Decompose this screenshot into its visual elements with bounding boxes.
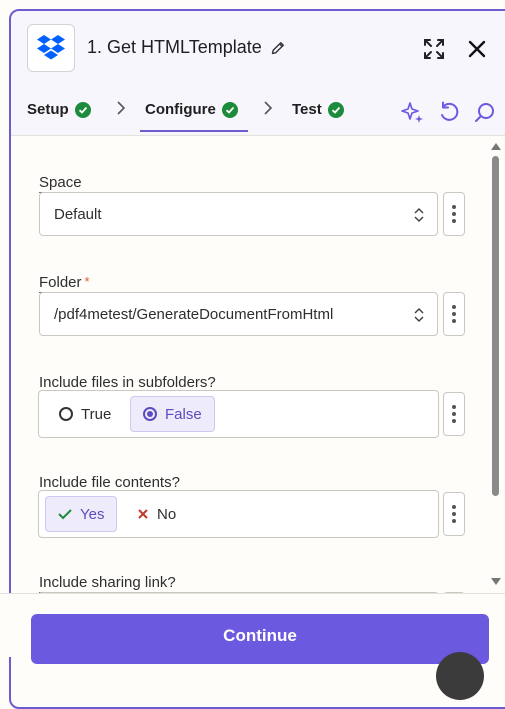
folder-value: /pdf4metest/GenerateDocumentFromHtml bbox=[54, 305, 334, 323]
chevron-right-icon bbox=[116, 101, 126, 120]
check-icon bbox=[327, 101, 344, 118]
folder-label: Folder * bbox=[39, 274, 90, 293]
scroll-down-arrow[interactable] bbox=[491, 578, 501, 586]
ai-assist-button[interactable] bbox=[400, 100, 424, 124]
editor-header: 1. Get HTMLTemplate bbox=[11, 11, 505, 91]
active-tab-indicator bbox=[140, 130, 248, 132]
toggle-option-yes[interactable]: Yes bbox=[45, 496, 118, 532]
tab-test[interactable]: Test bbox=[292, 101, 344, 118]
folder-select[interactable]: /pdf4metest/GenerateDocumentFromHtml bbox=[39, 292, 438, 336]
scrollbar[interactable] bbox=[486, 136, 505, 591]
dropbox-logo bbox=[37, 35, 65, 60]
close-icon bbox=[468, 40, 486, 58]
include-subfolders-radio-group: True False bbox=[38, 390, 439, 438]
pencil-icon[interactable] bbox=[270, 40, 286, 56]
step-title: 1. Get HTMLTemplate bbox=[87, 37, 262, 57]
required-indicator: * bbox=[84, 274, 90, 289]
radio-option-false[interactable]: False bbox=[130, 396, 215, 432]
tab-setup[interactable]: Setup bbox=[27, 101, 91, 118]
folder-options-button[interactable] bbox=[443, 292, 465, 336]
space-label: Space bbox=[39, 174, 82, 193]
sparkle-icon bbox=[401, 102, 423, 123]
check-icon bbox=[58, 509, 72, 520]
up-down-icon bbox=[414, 307, 424, 323]
radio-button-icon bbox=[59, 407, 73, 421]
space-options-button[interactable] bbox=[443, 192, 465, 236]
up-down-icon bbox=[414, 207, 424, 223]
x-icon bbox=[138, 509, 148, 519]
include-contents-toggle-group: Yes No bbox=[38, 490, 439, 538]
radio-option-true[interactable]: True bbox=[47, 396, 123, 432]
tab-label: Test bbox=[292, 101, 322, 118]
scrollbar-thumb[interactable] bbox=[492, 156, 499, 496]
configure-form: Space Default Folder * /pdf4metest/Genera… bbox=[11, 136, 497, 604]
tab-configure[interactable]: Configure bbox=[145, 101, 238, 118]
toggle-option-no[interactable]: No bbox=[125, 496, 188, 532]
chevron-right-icon bbox=[263, 101, 273, 120]
space-value: Default bbox=[54, 205, 102, 223]
continue-button[interactable]: Continue bbox=[31, 614, 489, 664]
editor-footer: Continue bbox=[0, 593, 505, 664]
radio-button-selected-icon bbox=[143, 407, 157, 421]
tab-label: Configure bbox=[145, 101, 216, 118]
search-icon bbox=[475, 103, 494, 122]
app-logo bbox=[27, 24, 75, 72]
check-icon bbox=[221, 101, 238, 118]
expand-icon bbox=[424, 39, 444, 59]
close-button[interactable] bbox=[465, 37, 489, 61]
expand-button[interactable] bbox=[422, 37, 446, 61]
include-subfolders-options-button[interactable] bbox=[443, 392, 465, 436]
include-contents-options-button[interactable] bbox=[443, 492, 465, 536]
scroll-up-arrow[interactable] bbox=[491, 142, 501, 150]
sharing-link-label: Include sharing link? bbox=[39, 574, 176, 593]
search-button[interactable] bbox=[473, 100, 497, 124]
step-tabs: Setup Configure Test bbox=[11, 89, 505, 136]
space-select[interactable]: Default bbox=[39, 192, 438, 236]
undo-icon bbox=[441, 101, 459, 121]
undo-button[interactable] bbox=[437, 100, 461, 124]
check-icon bbox=[74, 101, 91, 118]
tab-label: Setup bbox=[27, 101, 69, 118]
step-title-row: 1. Get HTMLTemplate bbox=[87, 37, 286, 58]
help-button[interactable] bbox=[436, 652, 484, 700]
